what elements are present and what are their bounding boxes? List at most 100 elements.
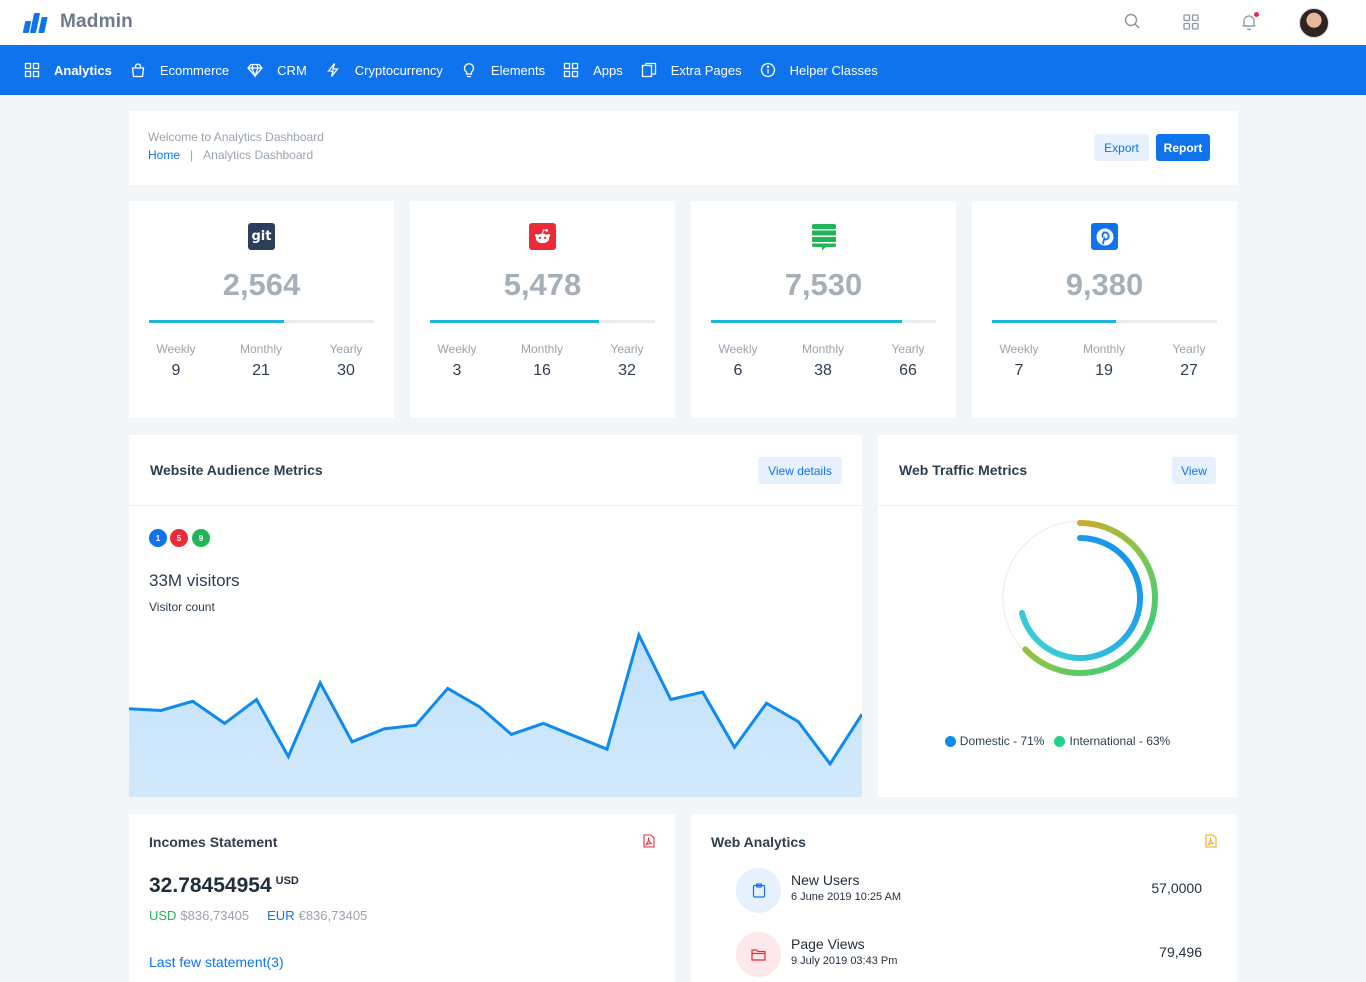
last-statement-link[interactable]: Last few statement(3): [149, 954, 284, 970]
nav-item-cryptocurrency[interactable]: Cryptocurrency: [325, 62, 443, 78]
page-title: Welcome to Analytics Dashboard: [148, 130, 324, 144]
web-analytics-title: Web Analytics: [711, 834, 806, 850]
nav-item-elements[interactable]: Elements: [461, 62, 545, 78]
breadcrumb-home[interactable]: Home: [148, 148, 180, 162]
value-weekly: 6: [733, 362, 743, 379]
brand[interactable]: Madmin: [22, 11, 133, 33]
pdf-icon[interactable]: [643, 834, 655, 853]
web-traffic-card: Web Traffic Metrics View Domestic - 71% …: [878, 435, 1237, 797]
pdf-icon[interactable]: [1205, 834, 1217, 853]
legend-swatch: [1054, 735, 1066, 747]
nav-item-ecommerce[interactable]: Ecommerce: [130, 62, 229, 78]
list-item[interactable]: Page Views 9 July 2019 03:43 Pm 79,496: [736, 932, 1202, 978]
row-value: 57,0000: [1151, 880, 1202, 896]
stat-value: 9,380: [1065, 267, 1144, 302]
stat-card-reddit: 5,478 Weekly 3 Monthly 16 Yearly 32: [410, 201, 675, 418]
value-yearly: 30: [337, 362, 355, 379]
legend-domestic[interactable]: Domestic - 71%: [944, 734, 1045, 748]
folder-icon: [736, 932, 781, 977]
nav-label: Cryptocurrency: [354, 62, 443, 78]
row-name: Page Views: [791, 936, 865, 952]
incomes-title: Incomes Statement: [149, 834, 278, 850]
stat-progress-bar: [992, 320, 1217, 323]
audience-metrics-card: Website Audience Metrics View details 1 …: [129, 435, 862, 797]
value-monthly: 19: [1095, 362, 1113, 379]
row-name: New Users: [791, 872, 860, 888]
nav-item-helper-classes[interactable]: Helper Classes: [760, 62, 878, 78]
pinterest-icon: [1091, 223, 1118, 250]
brand-name: Madmin: [60, 11, 133, 32]
value-monthly: 38: [814, 362, 832, 379]
nav-label: Apps: [593, 62, 623, 78]
nav-label: Helper Classes: [789, 62, 878, 78]
legend-international[interactable]: International - 63%: [1054, 734, 1170, 748]
apps-grid-icon[interactable]: [1181, 12, 1201, 32]
label-monthly: Monthly: [239, 342, 283, 356]
stat-card-stack-exchange: 7,530 Weekly 6 Monthly 38 Yearly 66: [691, 201, 956, 418]
nav-item-extra-pages[interactable]: Extra Pages: [641, 62, 742, 78]
breadcrumb-separator: |: [190, 148, 194, 162]
git-icon: git: [248, 223, 275, 250]
usd-label: USD: [149, 908, 177, 923]
stat-weekly: Weekly 9: [146, 342, 206, 380]
row-date: 9 July 2019 03:43 Pm: [791, 955, 898, 967]
stat-yearly: Yearly 66: [878, 342, 938, 380]
label-monthly: Monthly: [801, 342, 845, 356]
list-item[interactable]: New Users 6 June 2019 10:25 AM 57,0000: [736, 868, 1202, 914]
top-bar: Madmin: [0, 0, 1366, 45]
stat-progress-bar: [711, 320, 936, 323]
label-yearly: Yearly: [329, 342, 363, 356]
value-yearly: 66: [899, 362, 917, 379]
label-weekly: Weekly: [999, 342, 1039, 356]
report-button[interactable]: Report: [1156, 134, 1210, 161]
avatar[interactable]: [1299, 8, 1329, 38]
nav-item-crm[interactable]: CRM: [247, 62, 307, 78]
reddit-icon: [529, 223, 556, 250]
value-yearly: 32: [618, 362, 636, 379]
ring-domestic: [1018, 535, 1144, 661]
nav-label: Ecommerce: [159, 62, 230, 78]
export-button[interactable]: Export: [1094, 134, 1149, 161]
stat-value: 7,530: [784, 267, 863, 302]
legend-label: Domestic - 71%: [959, 734, 1045, 748]
traffic-legend: Domestic - 71% International - 63%: [878, 734, 1237, 748]
nav-item-analytics[interactable]: Analytics: [24, 62, 112, 78]
diamond-icon: [247, 62, 264, 78]
stat-weekly: Weekly 6: [708, 342, 768, 380]
value-weekly: 9: [171, 362, 181, 379]
grid-icon: [563, 62, 579, 78]
notification-dot: [1254, 12, 1259, 17]
panel-divider: [878, 505, 1237, 506]
label-weekly: Weekly: [437, 342, 477, 356]
nav-label: Analytics: [54, 62, 112, 78]
ring-international: [1022, 520, 1158, 676]
nav-label: Extra Pages: [670, 62, 742, 78]
currency-line: USD $836,73405 EUR €836,73405: [149, 908, 385, 923]
bell-icon[interactable]: [1239, 12, 1259, 32]
value-monthly: 16: [533, 362, 551, 379]
lightning-icon: [325, 62, 341, 78]
incomes-statement-card: Incomes Statement 32.78454954 USD USD $8…: [129, 814, 675, 982]
eur-label: EUR: [267, 908, 295, 923]
nav-label: Elements: [490, 62, 546, 78]
stat-monthly: Monthly 19: [1074, 342, 1134, 380]
traffic-title: Web Traffic Metrics: [899, 462, 1028, 478]
page-header: Welcome to Analytics Dashboard Home | An…: [129, 111, 1238, 185]
stat-weekly: Weekly 7: [989, 342, 1049, 380]
breadcrumb: Home | Analytics Dashboard: [148, 148, 313, 162]
lightbulb-icon: [461, 62, 477, 78]
label-weekly: Weekly: [718, 342, 758, 356]
web-analytics-card: Web Analytics New Users 6 June 2019 10:2…: [691, 814, 1237, 982]
main-nav: Analytics Ecommerce CRM Cryptocurrency E…: [0, 45, 1366, 95]
value-weekly: 7: [1014, 362, 1024, 379]
search-icon[interactable]: [1123, 12, 1143, 32]
clipboard-icon: [736, 868, 781, 913]
view-button[interactable]: View: [1172, 457, 1216, 484]
value-yearly: 27: [1180, 362, 1198, 379]
stat-progress-fill: [149, 320, 284, 323]
nav-label: CRM: [277, 62, 307, 78]
income-amount: 32.78454954 USD: [149, 874, 299, 898]
breadcrumb-current: Analytics Dashboard: [203, 148, 314, 162]
stat-value: 5,478: [503, 267, 582, 302]
nav-item-apps[interactable]: Apps: [563, 62, 623, 78]
